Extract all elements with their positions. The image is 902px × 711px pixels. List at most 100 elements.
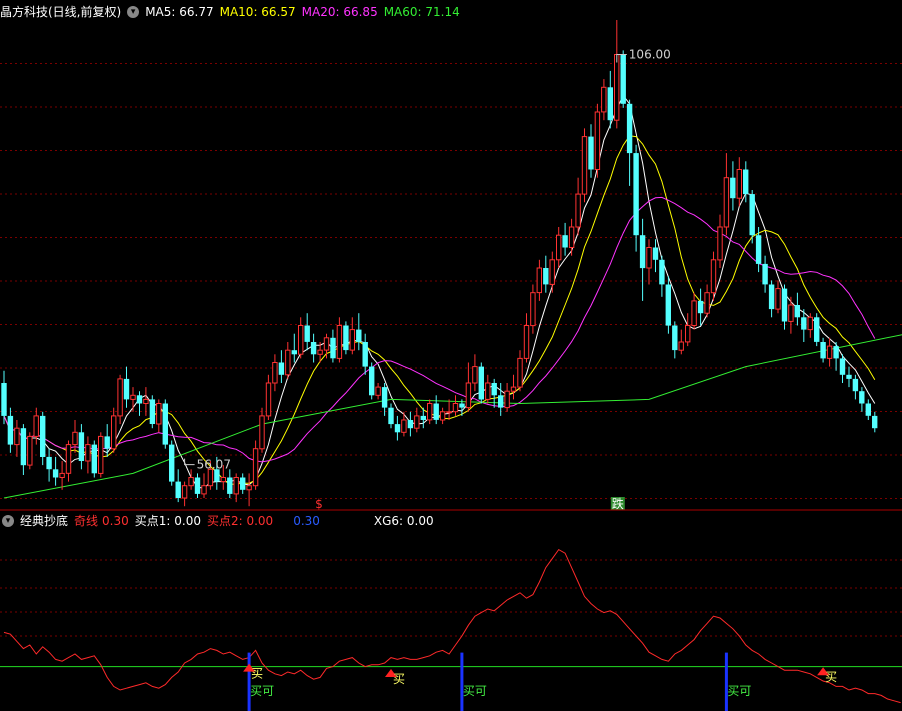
candle	[59, 461, 65, 490]
candle	[556, 227, 562, 268]
candle	[394, 415, 401, 441]
candle	[27, 432, 33, 470]
candle-body	[562, 235, 568, 248]
candle-body	[201, 485, 207, 495]
candle	[478, 362, 484, 404]
candle-body	[781, 288, 788, 322]
candle-body	[697, 300, 704, 314]
price-panel-header: 晶方科技(日线,前复权) ▾ MA5: 66.77 MA10: 66.57 MA…	[0, 3, 466, 21]
candle-body	[330, 337, 336, 359]
candle-body	[298, 325, 304, 355]
candle-body	[801, 317, 807, 330]
candle	[775, 280, 781, 314]
buy-point1-label: 买点1: 0.00	[134, 514, 201, 528]
candle-body	[7, 415, 14, 445]
candle-body	[362, 342, 368, 367]
candle	[607, 70, 613, 129]
collapse-icon[interactable]: ▾	[2, 515, 14, 527]
candle	[265, 374, 272, 420]
candle-body	[839, 358, 846, 375]
candle-body	[814, 317, 820, 342]
candle-body	[549, 259, 555, 285]
xg6-label: XG6: 0.00	[373, 514, 434, 528]
candle	[859, 387, 865, 412]
candle	[639, 218, 646, 301]
ma-line-ma60	[3, 334, 902, 499]
candle	[510, 374, 517, 400]
candle-body	[588, 136, 594, 170]
candle	[543, 255, 549, 293]
candle	[846, 366, 852, 388]
candle-body	[581, 136, 588, 195]
candle-body	[575, 193, 581, 228]
candle	[814, 313, 820, 347]
candle-body	[736, 169, 742, 199]
candle-body	[465, 382, 472, 409]
candle	[594, 103, 601, 178]
candle	[439, 407, 446, 425]
collapse-icon[interactable]: ▾	[127, 6, 140, 18]
candle	[446, 399, 452, 420]
candle-body	[530, 292, 536, 327]
candle-body	[459, 403, 465, 408]
low-price-label: 56.07	[197, 458, 231, 472]
candle	[388, 403, 394, 429]
candle-body	[543, 268, 549, 285]
candle-body	[246, 485, 252, 491]
candle-body	[762, 263, 768, 285]
candle	[175, 469, 181, 503]
candle-body	[104, 436, 110, 449]
candle	[181, 481, 188, 507]
candle	[233, 473, 239, 503]
candle-body	[143, 398, 149, 404]
candle	[536, 259, 542, 301]
qixian-label: 奇线	[74, 514, 99, 528]
candle	[252, 440, 259, 490]
blue-value: 0.30	[293, 514, 320, 528]
candle-body	[859, 391, 865, 404]
candle-body	[220, 477, 227, 483]
candle	[736, 157, 742, 207]
candle	[581, 128, 588, 203]
candle-body	[343, 325, 349, 351]
buy-point2-label: 买点2: 0.00	[206, 514, 274, 528]
candle-body	[375, 386, 381, 396]
candle	[465, 362, 472, 412]
ma20-label: MA20: 66.85	[301, 5, 378, 19]
candle-body	[788, 304, 794, 322]
candle	[46, 448, 52, 482]
candle	[7, 407, 14, 453]
candle-body	[278, 362, 285, 375]
candle	[20, 424, 27, 475]
candle-body	[175, 481, 181, 498]
candle-body	[98, 435, 104, 474]
candle-body	[272, 362, 278, 384]
candle	[298, 317, 304, 359]
candle	[485, 374, 491, 404]
candle	[562, 222, 568, 256]
candle-body	[620, 54, 626, 104]
candle	[614, 20, 620, 129]
ma60-label: MA60: 71.14	[383, 5, 460, 19]
candle-body	[872, 415, 878, 429]
candle	[162, 399, 168, 449]
candle	[685, 313, 691, 347]
candle-body	[743, 169, 749, 195]
candle	[136, 391, 143, 416]
candle	[433, 395, 439, 425]
candle	[659, 255, 665, 297]
candle-body	[826, 345, 833, 359]
candle	[575, 177, 581, 236]
candle-body	[14, 427, 20, 446]
candle	[111, 407, 117, 453]
candle-body	[446, 411, 452, 414]
candle-body	[865, 403, 871, 416]
candle	[40, 411, 46, 466]
candle-body	[394, 424, 401, 433]
candle-body	[252, 448, 259, 487]
candle	[549, 251, 555, 293]
candle	[504, 383, 510, 412]
candle-body	[775, 288, 781, 310]
candle-body	[601, 86, 607, 113]
buy-label: 买	[825, 670, 837, 684]
